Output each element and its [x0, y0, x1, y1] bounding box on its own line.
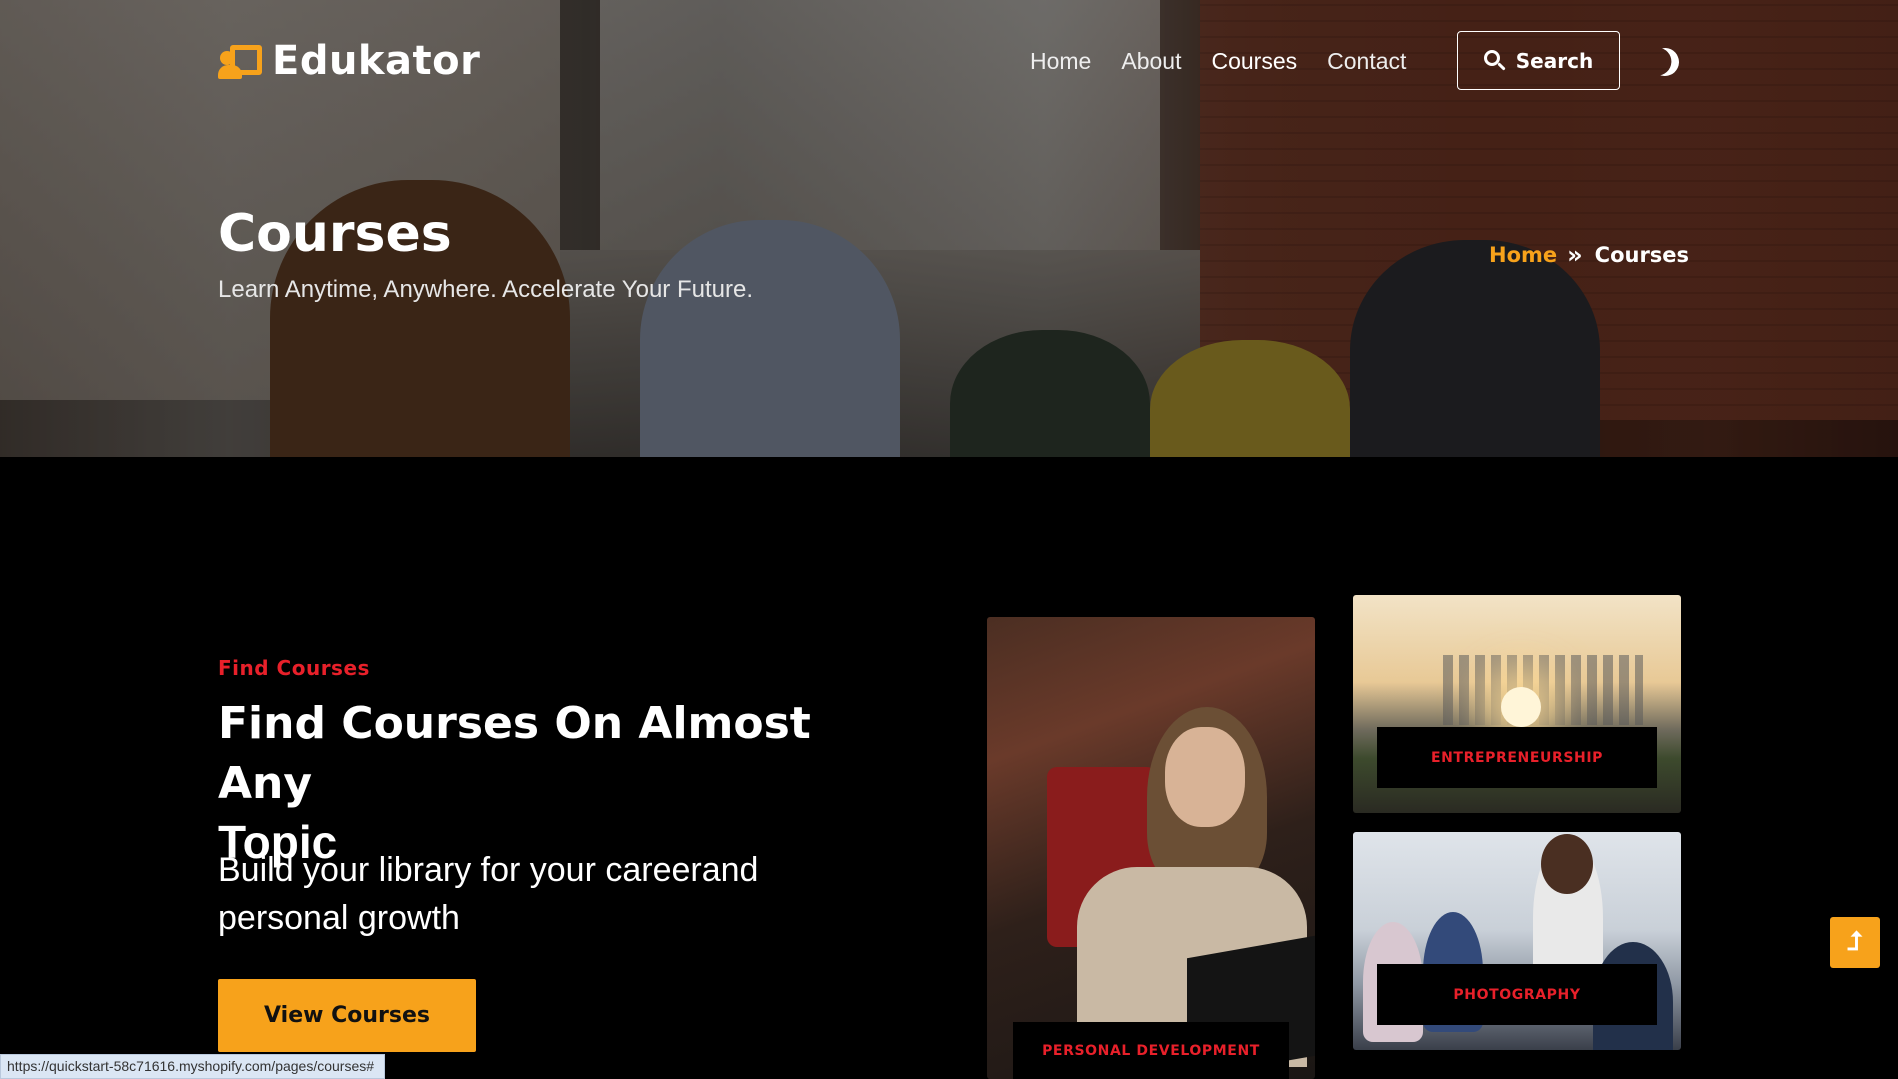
section-title: Find Courses On Almost Any Topic: [218, 693, 898, 871]
page-title: Courses: [218, 204, 452, 264]
breadcrumb-home[interactable]: Home: [1489, 243, 1557, 267]
card-label-personal-development[interactable]: PERSONAL DEVELOPMENT: [1013, 1022, 1289, 1079]
search-icon: [1483, 49, 1506, 72]
section-title-bold: Find Courses On Almost Any: [218, 698, 811, 809]
chevron-double-right-icon: »: [1567, 241, 1582, 269]
search-button-label: Search: [1515, 48, 1594, 73]
nav-about[interactable]: About: [1121, 48, 1181, 75]
status-bar-url: https://quickstart-58c71616.myshopify.co…: [0, 1054, 386, 1079]
page-subtitle: Learn Anytime, Anywhere. Accelerate Your…: [218, 276, 753, 303]
section-eyebrow: Find Courses: [218, 656, 370, 680]
view-courses-button[interactable]: View Courses: [218, 979, 476, 1052]
section-description: Build your library for your careerand pe…: [218, 851, 759, 937]
scroll-top-button[interactable]: ⮥: [1830, 917, 1880, 968]
nav-contact[interactable]: Contact: [1327, 48, 1406, 75]
brand-name: Edukator: [272, 38, 481, 84]
card-label-entrepreneurship[interactable]: ENTREPRENEURSHIP: [1377, 727, 1657, 788]
nav-home[interactable]: Home: [1030, 48, 1091, 75]
brand-logo[interactable]: Edukator: [218, 38, 480, 84]
teacher-board-icon: [218, 41, 264, 81]
breadcrumb-current: Courses: [1594, 243, 1690, 267]
course-card-personal-development[interactable]: [987, 617, 1315, 1079]
card-label-photography[interactable]: PHOTOGRAPHY: [1377, 964, 1657, 1025]
breadcrumb: Home » Courses: [1489, 241, 1689, 269]
main-nav: Home About Courses Contact: [1030, 48, 1406, 75]
search-button[interactable]: Search: [1457, 31, 1620, 90]
nav-courses[interactable]: Courses: [1211, 48, 1297, 75]
arrow-up-icon: ⮥: [1847, 927, 1863, 957]
